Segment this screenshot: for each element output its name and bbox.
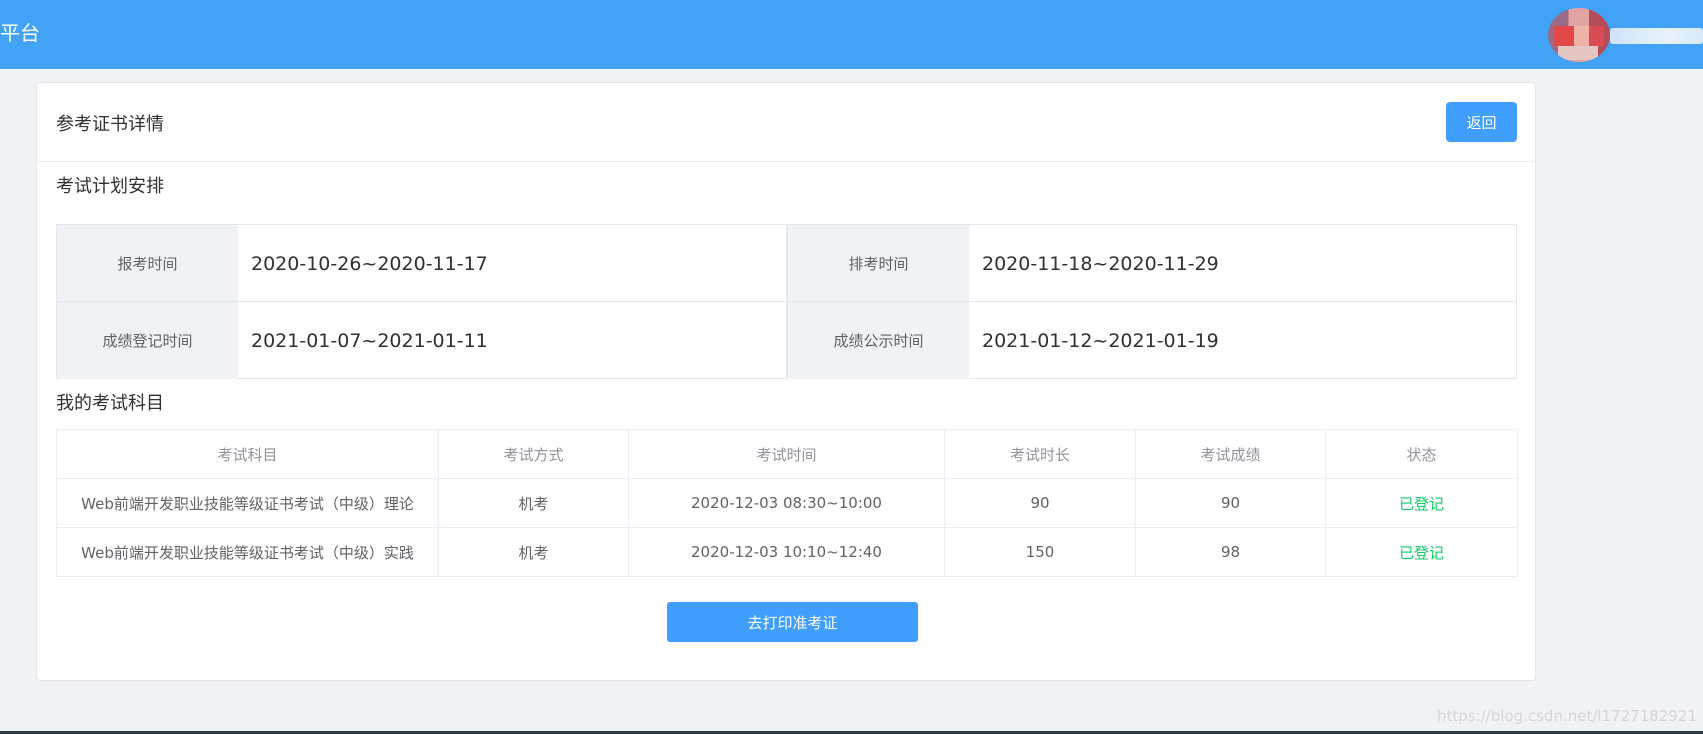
user-avatar[interactable] [1548, 8, 1610, 62]
column-header-subject: 考试科目 [56, 429, 439, 479]
table-row: Web前端开发职业技能等级证书考试（中级）实践 机考 2020-12-03 10… [56, 527, 1518, 577]
cell-status: 已登记 [1325, 527, 1518, 577]
exam-plan-title: 考试计划安排 [56, 176, 164, 197]
plan-label-score-entry: 成绩登记时间 [57, 302, 238, 379]
plan-column-divider [786, 225, 788, 378]
my-subjects-title: 我的考试科目 [56, 393, 164, 414]
watermark: https://blog.csdn.net/l1727182921 [1436, 707, 1697, 725]
cell-method: 机考 [438, 527, 629, 577]
plan-label-register: 报考时间 [57, 225, 238, 302]
plan-value-register: 2020-10-26~2020-11-17 [251, 252, 488, 275]
cell-score: 98 [1135, 527, 1326, 577]
card-header: 参考证书详情 返回 [37, 83, 1535, 162]
top-bar: 平台 [0, 0, 1703, 69]
column-header-method: 考试方式 [438, 429, 629, 479]
plan-value-score-entry: 2021-01-07~2021-01-11 [251, 329, 488, 352]
plan-value-score-publish: 2021-01-12~2021-01-19 [982, 329, 1219, 352]
cell-time: 2020-12-03 10:10~12:40 [628, 527, 945, 577]
print-admission-ticket-button[interactable]: 去打印准考证 [667, 602, 918, 642]
page-title: 参考证书详情 [56, 114, 164, 135]
plan-label-schedule: 排考时间 [788, 225, 969, 302]
cell-time: 2020-12-03 08:30~10:00 [628, 478, 945, 528]
username-blurred[interactable] [1610, 28, 1703, 44]
cell-subject: Web前端开发职业技能等级证书考试（中级）理论 [56, 478, 439, 528]
column-header-score: 考试成绩 [1135, 429, 1326, 479]
plan-value-schedule: 2020-11-18~2020-11-29 [982, 252, 1219, 275]
subjects-table: 考试科目 考试方式 考试时间 考试时长 考试成绩 状态 Web前端开发职业技能等… [56, 429, 1518, 577]
column-header-time: 考试时间 [628, 429, 945, 479]
table-row: Web前端开发职业技能等级证书考试（中级）理论 机考 2020-12-03 08… [56, 478, 1518, 528]
certificate-detail-card: 参考证书详情 返回 考试计划安排 报考时间 2020-10-26~2020-11… [36, 82, 1536, 681]
cell-status: 已登记 [1325, 478, 1518, 528]
cell-score: 90 [1135, 478, 1326, 528]
back-button[interactable]: 返回 [1446, 102, 1517, 142]
cell-method: 机考 [438, 478, 629, 528]
cell-duration: 90 [944, 478, 1136, 528]
cell-duration: 150 [944, 527, 1136, 577]
column-header-status: 状态 [1325, 429, 1518, 479]
cell-subject: Web前端开发职业技能等级证书考试（中级）实践 [56, 527, 439, 577]
column-header-duration: 考试时长 [944, 429, 1136, 479]
exam-plan-grid: 报考时间 2020-10-26~2020-11-17 排考时间 2020-11-… [56, 224, 1517, 379]
table-header-row: 考试科目 考试方式 考试时间 考试时长 考试成绩 状态 [56, 429, 1518, 479]
brand-title: 平台 [0, 21, 40, 45]
plan-label-score-publish: 成绩公示时间 [788, 302, 969, 379]
